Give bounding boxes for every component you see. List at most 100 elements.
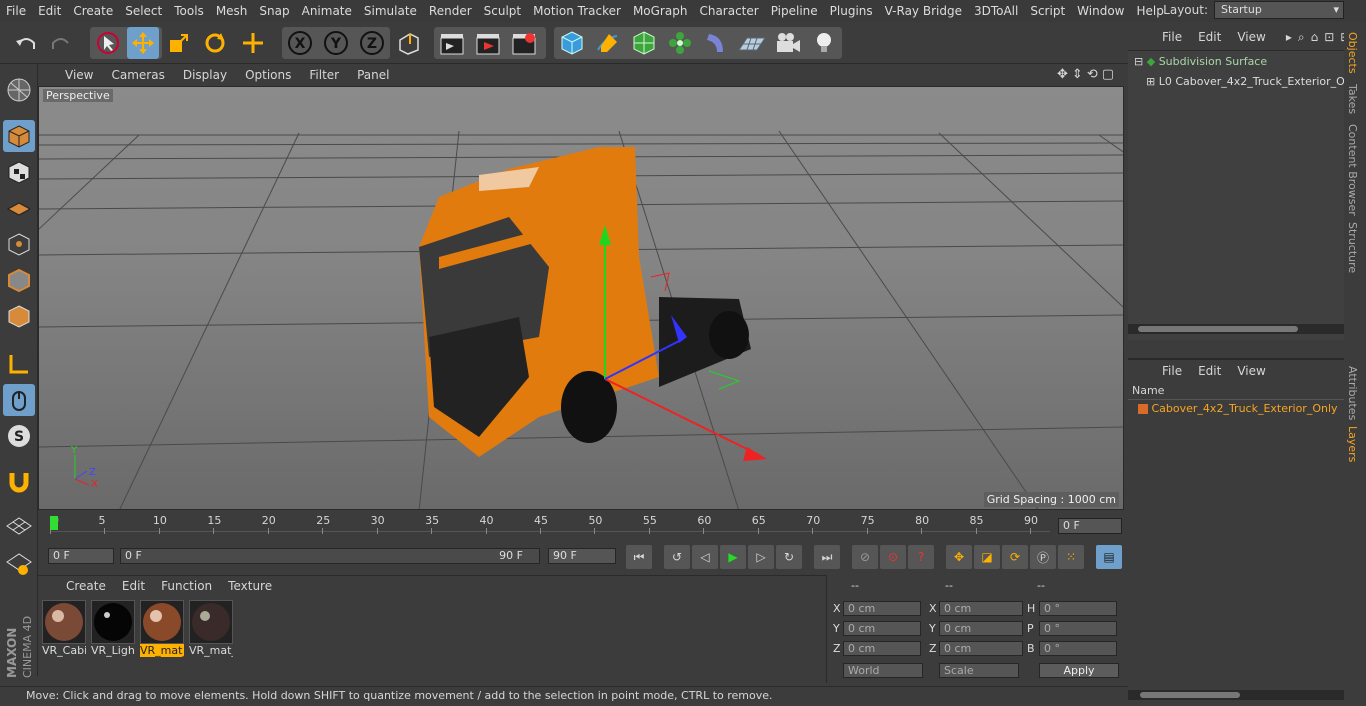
rotation-p-field[interactable]: 0 ° — [1039, 621, 1117, 636]
material-swatch-selected[interactable]: VR_mat_ — [140, 600, 184, 657]
redo-button[interactable] — [45, 27, 77, 59]
material-swatch[interactable]: VR_mat_ — [189, 600, 233, 657]
tab-content-browser[interactable]: Content Browser — [1346, 124, 1359, 216]
previous-key-button[interactable]: ↺ — [664, 545, 690, 569]
menu-script[interactable]: Script — [1024, 4, 1071, 18]
texture-mode-button[interactable] — [3, 156, 35, 188]
position-y-field[interactable]: 0 cm — [843, 621, 921, 636]
key-rotation-button[interactable]: ⟳ — [1002, 545, 1028, 569]
axis-mode-button[interactable] — [3, 348, 35, 380]
make-editable-button[interactable] — [3, 74, 35, 106]
record-active-objects-button[interactable]: ⊘ — [852, 545, 878, 569]
tab-takes[interactable]: Takes — [1346, 84, 1359, 114]
menu-window[interactable]: Window — [1071, 4, 1130, 18]
coordinate-mode-dropdown[interactable]: World — [843, 663, 923, 678]
previous-frame-button[interactable]: ◁ — [692, 545, 718, 569]
material-menu-function[interactable]: Function — [153, 579, 220, 593]
snap-button[interactable]: S — [3, 420, 35, 452]
size-y-field[interactable]: 0 cm — [939, 621, 1023, 636]
go-to-end-button[interactable]: ⏭ — [814, 545, 840, 569]
timeline-window-button[interactable]: ▤ — [1096, 545, 1122, 569]
points-mode-button[interactable] — [3, 228, 35, 260]
start-frame-field[interactable]: 0 F — [48, 548, 114, 564]
frame-range-slider[interactable]: 0 F 90 F — [120, 548, 540, 564]
menu-create[interactable]: Create — [67, 4, 119, 18]
material-menu-create[interactable]: Create — [58, 579, 114, 593]
object-menu-edit[interactable]: Edit — [1190, 30, 1229, 44]
rotate-tool-button[interactable] — [199, 27, 231, 59]
viewport-menu-filter[interactable]: Filter — [300, 68, 348, 82]
workplane-lock-button[interactable] — [3, 510, 35, 542]
size-x-field[interactable]: 0 cm — [939, 601, 1023, 616]
position-z-field[interactable]: 0 cm — [843, 641, 921, 656]
menu-animate[interactable]: Animate — [296, 4, 358, 18]
expand-icon[interactable]: ⊟ — [1134, 55, 1143, 68]
menu-3dtoall[interactable]: 3DToAll — [968, 4, 1024, 18]
undo-button[interactable] — [10, 27, 42, 59]
render-view-button[interactable] — [436, 27, 468, 59]
floor-button[interactable] — [736, 27, 768, 59]
pen-spline-button[interactable] — [592, 27, 624, 59]
z-axis-lock-button[interactable]: Z — [356, 27, 388, 59]
menu-select[interactable]: Select — [119, 4, 168, 18]
menu-character[interactable]: Character — [693, 4, 764, 18]
max-frame-field[interactable]: 90 F — [548, 548, 616, 564]
scale-tool-button[interactable] — [163, 27, 195, 59]
keyframe-selection-button[interactable]: ? — [908, 545, 934, 569]
next-key-button[interactable]: ↻ — [776, 545, 802, 569]
menu-render[interactable]: Render — [423, 4, 478, 18]
key-pla-button[interactable]: ⁙ — [1058, 545, 1084, 569]
tab-attributes[interactable]: Attributes — [1346, 366, 1359, 420]
current-frame-field[interactable]: 0 F — [1058, 518, 1122, 534]
rotation-b-field[interactable]: 0 ° — [1039, 641, 1117, 656]
layer-menu-edit[interactable]: Edit — [1190, 364, 1229, 378]
material-menu-edit[interactable]: Edit — [114, 579, 153, 593]
menu-sculpt[interactable]: Sculpt — [478, 4, 527, 18]
key-scale-button[interactable]: ◪ — [974, 545, 1000, 569]
x-axis-lock-button[interactable]: X — [284, 27, 316, 59]
layout-dropdown[interactable]: Startup ▾ — [1214, 1, 1344, 19]
deformer-button[interactable] — [700, 27, 732, 59]
camera-button[interactable] — [772, 27, 804, 59]
position-x-field[interactable]: 0 cm — [843, 601, 921, 616]
tree-item-truck[interactable]: ⊞ L0 Cabover_4x2_Truck_Exterior_Only — [1146, 75, 1361, 88]
menu-plugins[interactable]: Plugins — [824, 4, 879, 18]
layer-item[interactable]: Cabover_4x2_Truck_Exterior_Only — [1138, 402, 1338, 415]
y-axis-lock-button[interactable]: Y — [320, 27, 352, 59]
layer-menu-file[interactable]: File — [1154, 364, 1190, 378]
render-settings-button[interactable] — [508, 27, 540, 59]
expand-icon[interactable]: ⊞ — [1146, 75, 1155, 88]
workplane-align-button[interactable] — [3, 548, 35, 580]
rotation-h-field[interactable]: 0 ° — [1039, 601, 1117, 616]
render-picture-viewer-button[interactable] — [472, 27, 504, 59]
tree-item-subdivision[interactable]: ⊟ ◆ Subdivision Surface — [1134, 55, 1267, 68]
menu-snap[interactable]: Snap — [253, 4, 295, 18]
autokeying-button[interactable]: ⊙ — [880, 545, 906, 569]
subdivision-surface-button[interactable] — [628, 27, 660, 59]
next-frame-button[interactable]: ▷ — [748, 545, 774, 569]
tab-structure[interactable]: Structure — [1346, 222, 1359, 273]
perspective-viewport[interactable]: Y Z X Perspective Grid Spacing : 1000 cm — [38, 86, 1124, 510]
menu-mograph[interactable]: MoGraph — [627, 4, 694, 18]
tab-objects[interactable]: Objects — [1346, 32, 1359, 74]
magnet-button[interactable] — [3, 466, 35, 498]
cloner-button[interactable] — [664, 27, 696, 59]
play-button[interactable]: ▶ — [720, 545, 746, 569]
model-mode-button[interactable] — [3, 120, 35, 152]
move-tool-button[interactable] — [127, 27, 159, 59]
timeline[interactable]: 051015202530354045505560657075808590 0 F — [38, 511, 1126, 545]
menu-tools[interactable]: Tools — [168, 4, 210, 18]
menu-mesh[interactable]: Mesh — [210, 4, 254, 18]
light-button[interactable] — [808, 27, 840, 59]
material-swatch[interactable]: VR_Cabi — [42, 600, 86, 657]
cube-object-button[interactable] — [556, 27, 588, 59]
menu-vray-bridge[interactable]: V-Ray Bridge — [879, 4, 968, 18]
object-menu-file[interactable]: File — [1154, 30, 1190, 44]
material-swatch[interactable]: VR_Ligh — [91, 600, 135, 657]
horizontal-scrollbar[interactable] — [1128, 690, 1344, 700]
size-z-field[interactable]: 0 cm — [939, 641, 1023, 656]
menu-file[interactable]: File — [0, 4, 32, 18]
horizontal-scrollbar[interactable] — [1128, 324, 1344, 334]
coordinate-system-button[interactable] — [393, 27, 425, 59]
live-selection-button[interactable] — [92, 27, 124, 59]
